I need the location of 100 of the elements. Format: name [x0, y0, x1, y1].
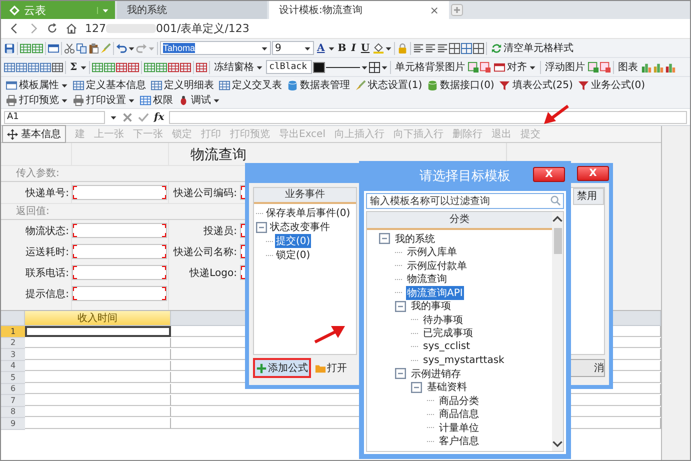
table-icon[interactable] — [92, 62, 104, 72]
function-button[interactable]: fx — [154, 112, 164, 122]
chevron-up-icon[interactable] — [552, 214, 563, 225]
dialog-button[interactable]: 添加公式 — [253, 358, 311, 378]
table-icon[interactable] — [28, 62, 39, 72]
cancel-icon[interactable] — [122, 112, 133, 122]
new-tab-icon[interactable] — [451, 4, 463, 16]
copy-icon[interactable] — [76, 42, 87, 54]
input-field[interactable] — [72, 244, 167, 259]
border-icon[interactable] — [472, 42, 484, 54]
row-header[interactable]: 2 — [1, 338, 25, 349]
row-header[interactable]: 3 — [1, 349, 25, 360]
tree-item[interactable]: 我的系统 — [394, 232, 436, 246]
color-select[interactable]: clBlack — [266, 60, 312, 74]
tree-item[interactable]: 锁定(0) — [275, 248, 312, 262]
row-header[interactable]: 4 — [1, 360, 25, 372]
toolbar-button[interactable]: 打印预览 — [4, 93, 70, 107]
grid-cell[interactable] — [25, 395, 171, 406]
caret-icon[interactable] — [80, 64, 88, 70]
table-icon[interactable] — [4, 62, 15, 72]
caret-icon[interactable] — [361, 64, 368, 70]
image-icon[interactable] — [588, 62, 600, 72]
toolbar-button[interactable]: 模板属性 — [4, 78, 70, 92]
tree-item[interactable]: 物流查询API — [406, 286, 464, 300]
bold-button[interactable]: B — [336, 42, 348, 54]
toolbar-button[interactable]: 打印设置 — [71, 93, 137, 107]
align-icon[interactable] — [424, 42, 436, 54]
clear-style-button[interactable]: 清空单元格样式 — [488, 41, 576, 55]
browser-tab[interactable]: 我的系统 — [117, 1, 267, 19]
tree-item[interactable]: 保存表单后事件(0) — [265, 206, 352, 220]
tree-item[interactable]: 商品信息 — [438, 407, 480, 422]
table-icon[interactable] — [104, 62, 116, 72]
image-icon[interactable] — [600, 62, 612, 72]
tree-item[interactable]: 示例入库单 — [406, 245, 458, 260]
grid-cell[interactable] — [25, 418, 171, 428]
formula-input[interactable] — [169, 110, 687, 124]
row-header[interactable]: 1 — [1, 326, 25, 338]
clipboard-icon[interactable] — [88, 42, 99, 54]
toolbar-button[interactable]: 数据接口(0) — [425, 78, 496, 92]
font-size-select[interactable]: 9 — [272, 41, 314, 55]
align-icon[interactable] — [412, 42, 424, 54]
border-icon[interactable] — [448, 42, 460, 54]
check-icon[interactable] — [138, 112, 149, 122]
toolbar-button[interactable]: 填表公式(25) — [497, 78, 575, 92]
table-icon[interactable] — [52, 62, 63, 72]
tree-item[interactable]: 示例进销存 — [410, 366, 462, 381]
sum-button[interactable]: Σ — [68, 62, 80, 72]
tree-item[interactable]: 已完成事项 — [422, 326, 474, 340]
tree-item[interactable]: sys_cclist — [422, 341, 472, 352]
row-header[interactable]: 8 — [1, 406, 25, 418]
tree-item[interactable]: 客户信息 — [438, 434, 480, 448]
search-icon[interactable] — [550, 195, 561, 206]
caret-icon[interactable] — [110, 114, 117, 120]
grid-cell[interactable] — [25, 360, 171, 371]
address-bar[interactable]: 127 001/表单定义/123 — [85, 21, 250, 36]
toolbar-button[interactable]: 定义明细表 — [149, 78, 216, 92]
collapse-icon[interactable] — [411, 382, 422, 393]
table-icon[interactable] — [168, 62, 180, 72]
table-icon[interactable] — [40, 62, 51, 72]
cell-name-box[interactable]: A1 — [4, 110, 105, 124]
row-header[interactable]: 5 — [1, 372, 25, 384]
table-icon[interactable] — [16, 62, 27, 72]
toolbar-button[interactable]: 调试 — [176, 93, 222, 107]
freeze-panes-button[interactable]: 冻结窗格 — [212, 60, 266, 74]
table-icon[interactable] — [156, 62, 168, 72]
tree-item[interactable]: 提交(0) — [275, 234, 312, 248]
chevron-down-icon[interactable] — [552, 438, 563, 449]
table-icon[interactable] — [116, 62, 128, 72]
browser-tab[interactable]: 设计模板:物流查询 × — [269, 1, 449, 19]
caret-icon[interactable] — [381, 64, 388, 70]
table-icon[interactable] — [20, 42, 31, 54]
toolbar-button[interactable]: 权限 — [138, 93, 175, 107]
background-image-button[interactable]: 单元格背景图片 — [393, 60, 468, 74]
tree-item[interactable]: 我的事项 — [410, 299, 452, 314]
scissors-icon[interactable] — [64, 42, 75, 54]
tree-item[interactable]: 计量单位 — [438, 420, 480, 435]
close-button[interactable]: X — [533, 167, 565, 182]
input-field[interactable] — [72, 265, 167, 280]
reload-icon[interactable] — [47, 23, 58, 34]
grid-cell[interactable] — [25, 406, 171, 417]
caret-icon[interactable] — [128, 44, 135, 52]
tree-item[interactable]: 状态改变事件 — [269, 220, 331, 234]
tree-item[interactable]: sys_mystarttask — [422, 354, 506, 366]
table-icon[interactable] — [144, 62, 156, 72]
close-tab-button[interactable]: × — [430, 4, 439, 16]
tree-item[interactable]: 示例应付款单 — [406, 258, 468, 273]
grid-cell[interactable] — [25, 372, 171, 382]
toolbar-button[interactable]: 业务公式(0) — [576, 78, 648, 92]
row-header[interactable]: 9 — [1, 418, 25, 430]
bar-chart-icon[interactable] — [665, 62, 676, 72]
undo-icon[interactable] — [116, 42, 127, 54]
form-tab[interactable]: 基本信息 — [2, 125, 66, 143]
table-icon[interactable] — [128, 62, 140, 72]
line-style-select[interactable] — [326, 66, 360, 68]
window-icon[interactable] — [48, 42, 59, 54]
collapse-icon[interactable] — [395, 368, 406, 380]
dialog-button[interactable]: 打开 — [315, 360, 347, 376]
grid-cell[interactable] — [25, 326, 171, 336]
image-icon[interactable] — [480, 62, 492, 72]
align-icon[interactable] — [436, 42, 448, 54]
